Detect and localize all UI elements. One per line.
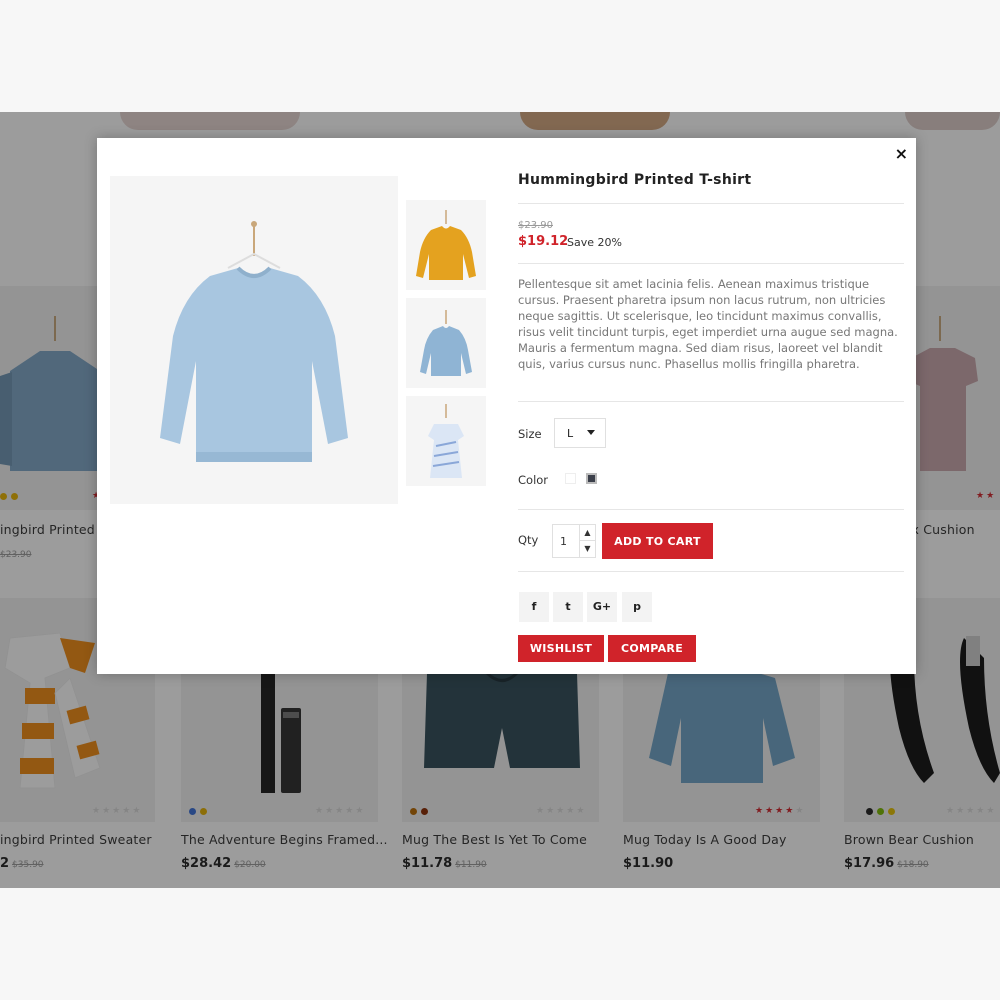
divider [518, 263, 904, 264]
blue-sweater-thumb-image [420, 310, 472, 376]
divider [518, 571, 904, 572]
chevron-up-icon[interactable]: ▲ [579, 525, 595, 541]
facebook-icon[interactable]: f [519, 592, 549, 622]
pinterest-icon[interactable]: p [622, 592, 652, 622]
divider [518, 509, 904, 510]
divider [518, 401, 904, 402]
caret-down-icon [587, 430, 595, 435]
blue-sweater-image [160, 221, 348, 462]
color-label: Color [518, 473, 549, 487]
mustard-sweater-image [416, 210, 476, 280]
close-icon[interactable]: × [895, 144, 908, 163]
size-label: Size [518, 427, 542, 441]
color-swatch-white[interactable] [565, 473, 576, 484]
discount-badge: Save 20% [567, 236, 622, 249]
thumbnail-blue-sweater[interactable] [406, 298, 486, 388]
divider [518, 203, 904, 204]
product-info: Hummingbird Printed T-shirt [518, 172, 904, 188]
twitter-icon[interactable]: t [553, 592, 583, 622]
quick-view-modal: × Hummingbird Printed T-shirt $23.90 $19… [97, 138, 916, 674]
size-select[interactable]: L [554, 418, 606, 448]
add-to-cart-button[interactable]: ADD TO CART [602, 523, 713, 559]
main-product-image [110, 176, 398, 504]
product-title: Hummingbird Printed T-shirt [518, 172, 752, 188]
google-plus-icon[interactable]: G+ [587, 592, 617, 622]
size-value: L [567, 427, 574, 440]
old-price: $23.90 [518, 220, 553, 231]
quantity-stepper: ▲ ▼ [552, 524, 596, 558]
thumbnail-striped-dress[interactable] [406, 396, 486, 486]
chevron-down-icon[interactable]: ▼ [579, 541, 595, 557]
thumbnail-mustard-sweater[interactable] [406, 200, 486, 290]
product-description: Pellentesque sit amet lacinia felis. Aen… [518, 277, 898, 371]
color-swatch-dark[interactable] [586, 473, 597, 484]
qty-label: Qty [518, 533, 539, 547]
current-price: $19.12 [518, 234, 569, 249]
quantity-input[interactable] [553, 525, 579, 557]
striped-dress-image [428, 404, 464, 478]
compare-button[interactable]: COMPARE [608, 635, 696, 662]
wishlist-button[interactable]: WISHLIST [518, 635, 604, 662]
